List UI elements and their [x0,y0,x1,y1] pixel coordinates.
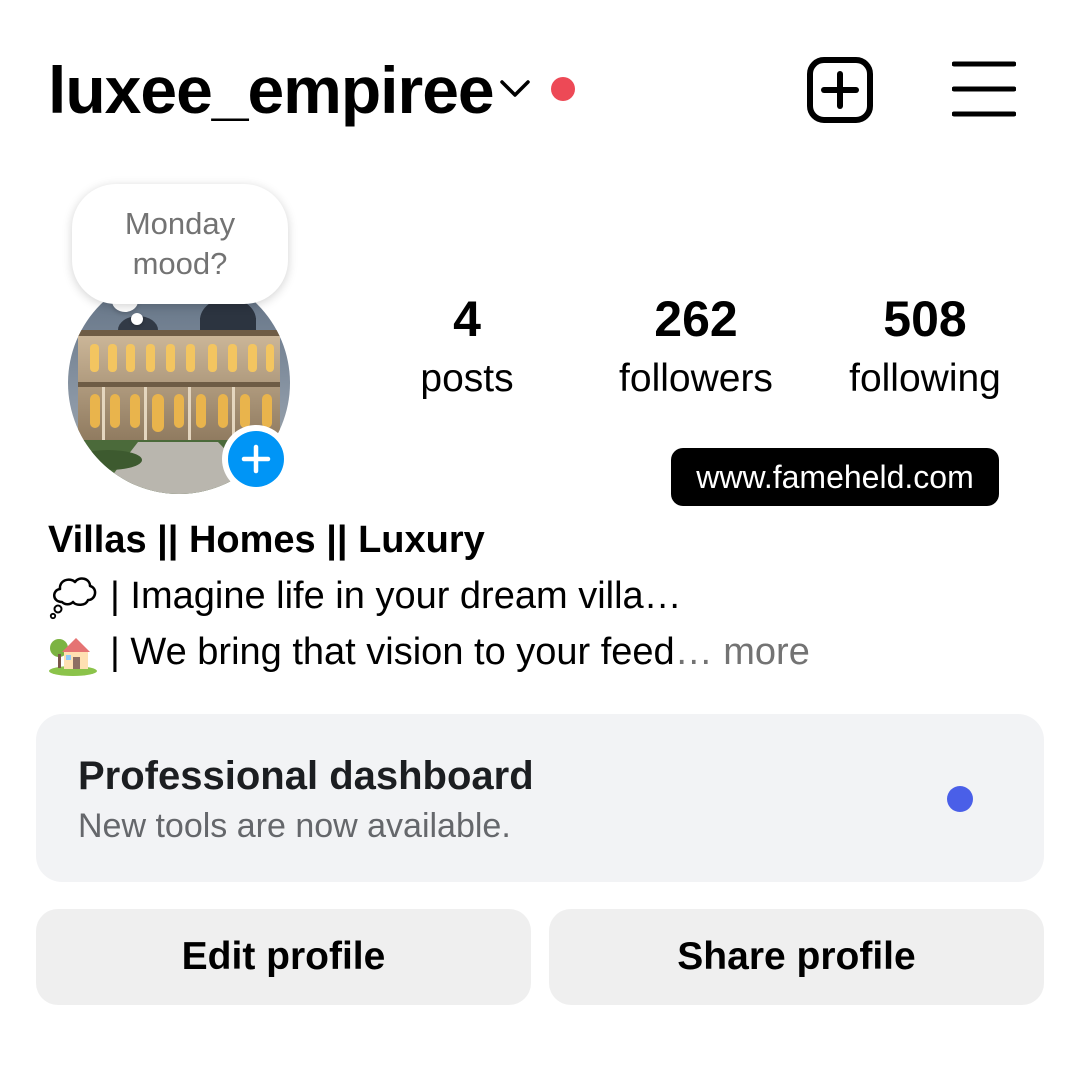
bio-line-1: | Imagine life in your dream villa… [48,572,682,620]
share-profile-button[interactable]: Share profile [549,909,1044,1005]
chevron-down-icon[interactable] [498,76,532,102]
plus-icon [241,444,271,474]
profile-link[interactable]: www.fameheld.com [671,448,999,506]
username-title[interactable]: luxee_empiree [48,52,495,128]
new-post-button[interactable] [806,56,874,124]
note-bubble-tail-small [131,313,143,325]
dashboard-subtitle: New tools are now available. [78,807,511,845]
posts-count: 4 [453,291,481,347]
posts-label: posts [420,357,514,400]
dashboard-new-dot [947,786,973,812]
stat-following[interactable]: 508 following [825,290,1025,404]
note-text: Monday mood? [124,206,236,281]
followers-label: followers [619,357,773,400]
bio-line-2: | We bring that vision to your feed… mor… [48,628,810,676]
stat-posts[interactable]: 4 posts [367,290,567,404]
edit-profile-button[interactable]: Edit profile [36,909,531,1005]
house-with-garden-icon [49,638,97,676]
bio-line-2-text: | We bring that vision to your feed [110,631,675,673]
dashboard-title: Professional dashboard [78,754,534,798]
followers-count: 262 [654,291,738,347]
add-story-circle [228,431,284,487]
add-story-button[interactable] [222,425,290,493]
following-count: 508 [883,291,967,347]
thought-bubble-icon [49,577,97,620]
more-link[interactable]: … more [675,628,810,676]
stat-followers[interactable]: 262 followers [596,290,796,404]
bio-name: Villas || Homes || Luxury [48,519,485,561]
bio-line-1-text: | Imagine life in your dream villa… [110,575,682,617]
note-bubble[interactable]: Monday mood? [72,184,288,304]
notification-dot [551,77,575,101]
menu-icon[interactable] [952,60,1016,118]
following-label: following [849,357,1001,400]
